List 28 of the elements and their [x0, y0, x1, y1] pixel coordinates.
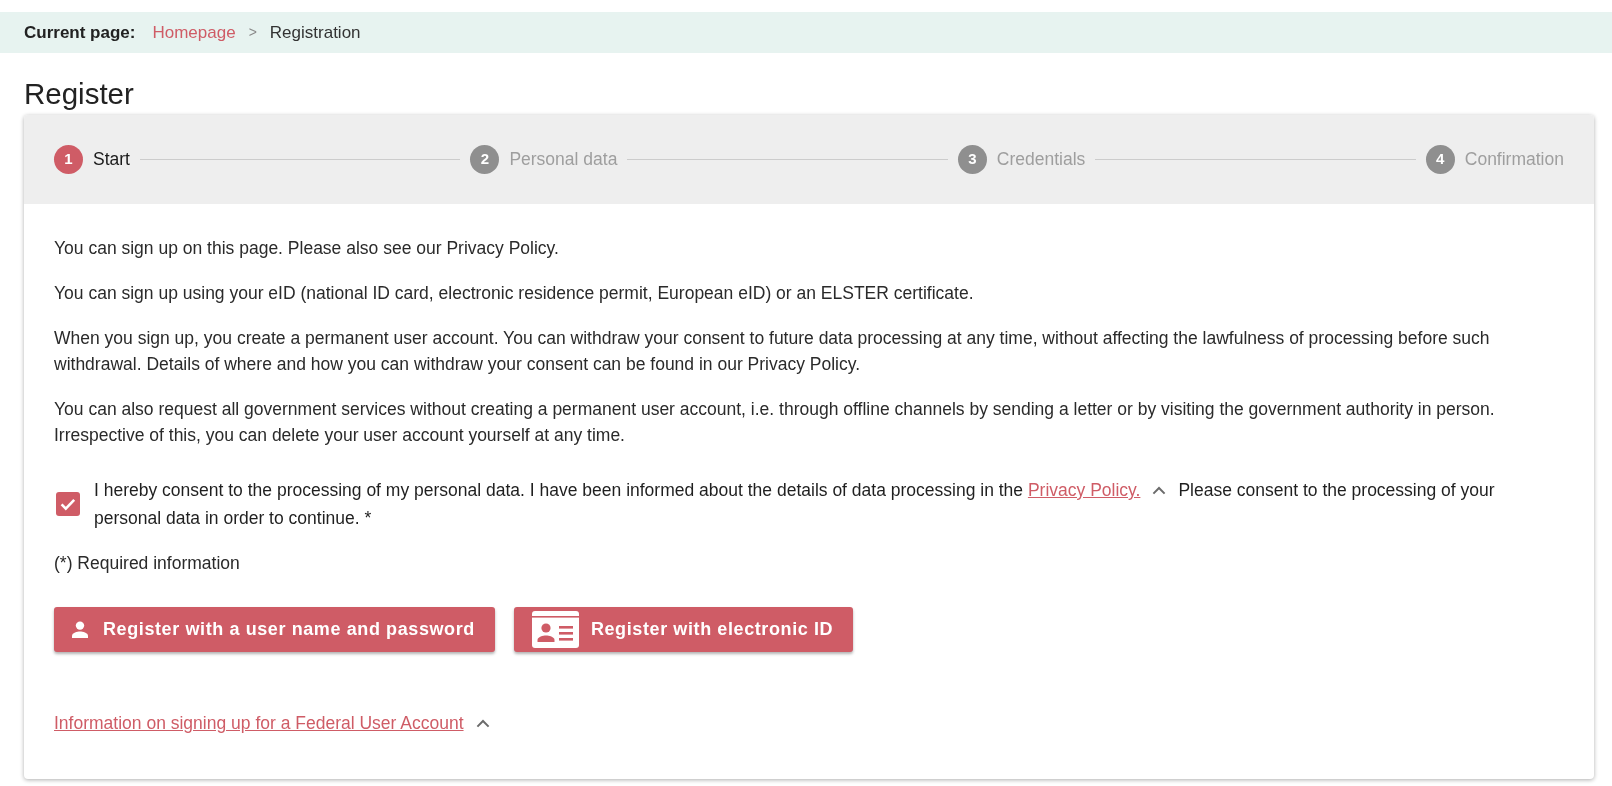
info-link[interactable]: Information on signing up for a Federal User Account — [54, 710, 464, 736]
consent-checkbox[interactable] — [56, 492, 80, 516]
privacy-policy-link[interactable]: Privacy Policy. — [1027, 480, 1141, 500]
register-password-button[interactable]: Register with a user name and password — [54, 607, 495, 652]
required-note: (*) Required information — [54, 552, 241, 575]
step-label: Credentials — [996, 148, 1086, 172]
person-icon — [72, 621, 88, 638]
step-number: 4 — [1425, 145, 1455, 174]
step-number: 1 — [54, 145, 83, 174]
intro-paragraph: You can sign up using your eID (national ID card, electronic residence permit, European eID) or an ELSTER certificate. — [54, 282, 975, 305]
intro-paragraph: You can also request all government services without creating a permanent user account, i.e. through offline channels by sending a letter or by visiting the government authority in person. Irrespective of this, you can delete your user account yourself at any time. — [54, 398, 1496, 447]
breadcrumb-separator: > — [248, 23, 257, 42]
breadcrumb-current: Registration — [269, 21, 361, 44]
intro-paragraph: When you sign up, you create a permanent user account. You can withdraw your consent to future data processing at any time, without affecting the lawfulness of processing before such withdrawal. Details of where and how you can withdraw your consent can be found in our Privacy Policy. — [54, 327, 1491, 376]
chevron-up-icon[interactable] — [475, 718, 490, 728]
page-title: Register — [24, 76, 135, 112]
step-number: 2 — [470, 145, 500, 174]
consent-text: I hereby consent to the processing of my personal data. I have been informed about the details of data processing in the Privacy Policy. Please consent to the processing of your personal data in order to continue. * — [94, 479, 1496, 530]
breadcrumb-label: Current page: — [24, 21, 136, 44]
id-card-icon — [531, 611, 579, 648]
chevron-up-icon[interactable] — [1152, 486, 1167, 495]
step-label: Personal data — [509, 148, 618, 172]
register-eid-button[interactable]: Register with electronic ID — [513, 607, 854, 652]
breadcrumb-link[interactable]: Homepage — [152, 19, 236, 46]
step-label: Confirmation — [1464, 148, 1564, 172]
step-label: Start — [93, 148, 130, 172]
step-number: 3 — [957, 145, 987, 174]
intro-paragraph: You can sign up on this page. Please also see our Privacy Policy. — [54, 237, 560, 260]
